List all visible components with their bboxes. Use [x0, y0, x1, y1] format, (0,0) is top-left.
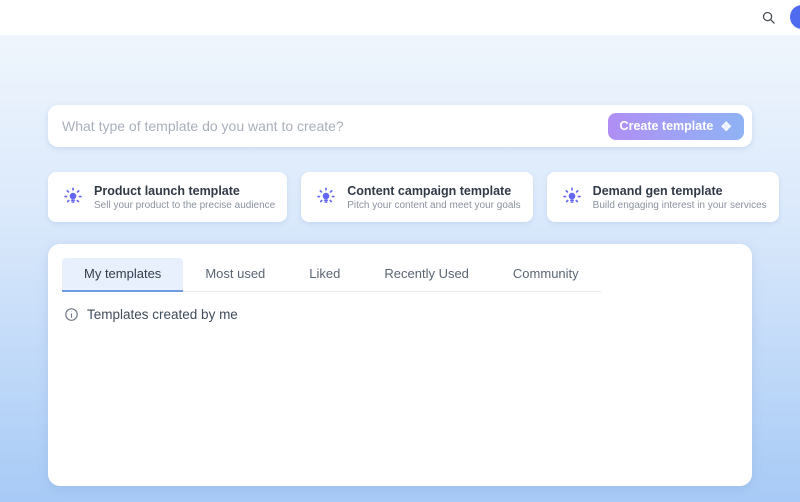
tab-community[interactable]: Community	[491, 258, 601, 292]
templates-tab-bar: My templates Most used Liked Recently Us…	[62, 258, 601, 292]
template-suggestions: Product launch template Sell your produc…	[48, 172, 752, 222]
tab-recently-used[interactable]: Recently Used	[362, 258, 491, 292]
suggestion-card-product-launch[interactable]: Product launch template Sell your produc…	[48, 172, 287, 222]
top-bar	[0, 0, 800, 35]
sparkles-icon: ❖	[720, 120, 732, 133]
create-template-button[interactable]: Create template ❖	[608, 113, 744, 140]
tab-liked[interactable]: Liked	[287, 258, 362, 292]
suggestion-card-demand-gen[interactable]: Demand gen template Build engaging inter…	[547, 172, 779, 222]
lightbulb-icon	[60, 186, 86, 208]
suggestion-subtitle: Build engaging interest in your services	[593, 200, 767, 211]
app-window: Create template ❖ Product launch templat…	[0, 0, 800, 502]
suggestion-card-text: Product launch template Sell your produc…	[94, 184, 275, 211]
suggestion-subtitle: Pitch your content and meet your goals	[347, 200, 520, 211]
info-icon	[64, 307, 79, 322]
avatar[interactable]	[790, 5, 800, 29]
suggestion-title: Content campaign template	[347, 184, 520, 198]
empty-state-row: Templates created by me	[64, 307, 738, 322]
main-content: Create template ❖ Product launch templat…	[0, 35, 800, 502]
template-composer-bar: Create template ❖	[48, 105, 752, 147]
search-icon[interactable]	[754, 4, 782, 32]
suggestion-card-content-campaign[interactable]: Content campaign template Pitch your con…	[301, 172, 532, 222]
suggestion-subtitle: Sell your product to the precise audienc…	[94, 200, 275, 211]
tab-my-templates[interactable]: My templates	[62, 258, 183, 292]
template-prompt-input[interactable]	[62, 118, 608, 134]
templates-panel: My templates Most used Liked Recently Us…	[48, 244, 752, 486]
lightbulb-icon	[559, 186, 585, 208]
create-template-label: Create template	[620, 119, 714, 133]
tab-most-used[interactable]: Most used	[183, 258, 287, 292]
lightbulb-icon	[313, 186, 339, 208]
suggestion-title: Demand gen template	[593, 184, 767, 198]
suggestion-title: Product launch template	[94, 184, 275, 198]
suggestion-card-text: Content campaign template Pitch your con…	[347, 184, 520, 211]
empty-state-message: Templates created by me	[87, 307, 238, 322]
suggestion-card-text: Demand gen template Build engaging inter…	[593, 184, 767, 211]
